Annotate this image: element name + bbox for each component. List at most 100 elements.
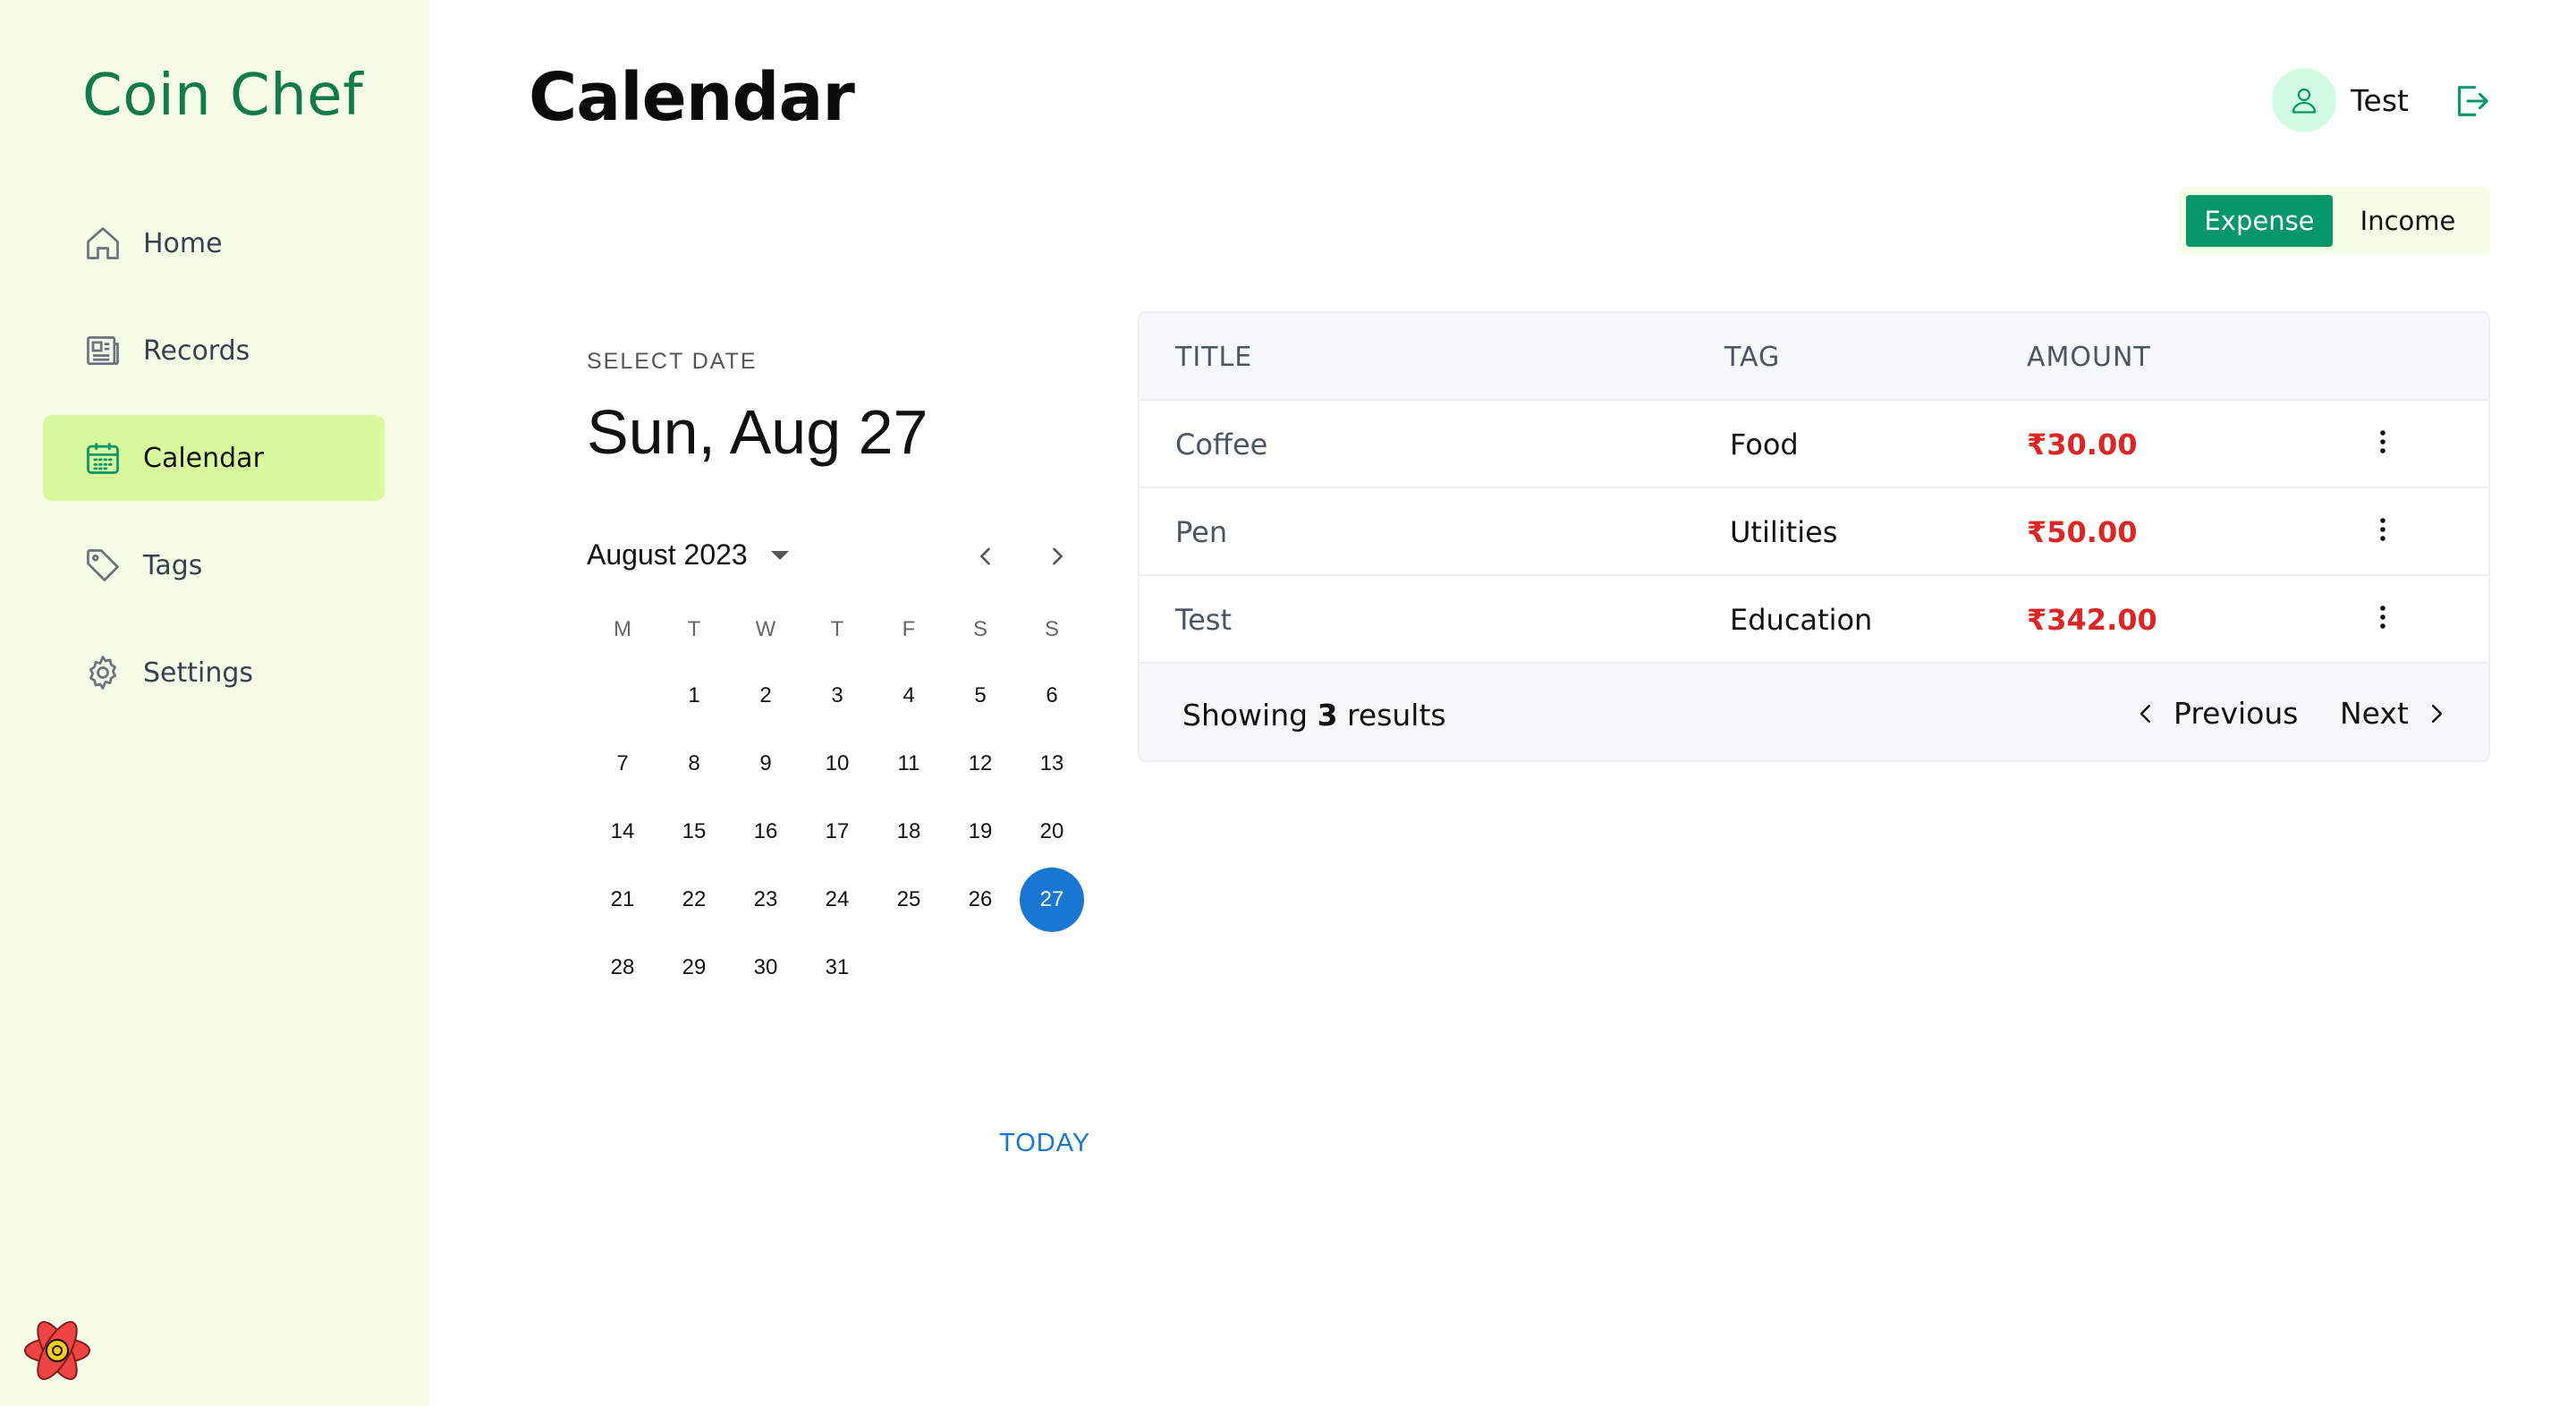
table-row[interactable]: Pen Utilities ₹50.00 <box>1140 488 2488 576</box>
next-month-button[interactable] <box>1039 538 1075 574</box>
expense-tab[interactable]: Expense <box>2186 195 2333 247</box>
day-number: 2 <box>759 683 772 707</box>
weekday-label: S <box>972 617 987 641</box>
next-page-button[interactable]: Next <box>2340 696 2450 731</box>
caret-down-icon <box>770 550 789 560</box>
calendar-day[interactable]: 7 <box>587 730 658 798</box>
more-options-icon[interactable] <box>2374 515 2392 547</box>
calendar-day[interactable]: 31 <box>801 934 873 1002</box>
results-number: 3 <box>1317 698 1338 733</box>
next-label: Next <box>2340 696 2409 731</box>
day-number: 23 <box>753 887 778 911</box>
row-amount: ₹30.00 <box>2027 428 2138 462</box>
calendar-day[interactable]: 28 <box>587 934 658 1002</box>
sidebar-item-label: Tags <box>143 549 203 581</box>
sidebar-item-records[interactable]: Records <box>43 308 385 394</box>
calendar-day[interactable]: 16 <box>730 798 801 866</box>
newspaper-icon <box>82 330 123 371</box>
calendar-day-selected[interactable]: 27 <box>1016 866 1088 934</box>
day-number: 1 <box>688 683 700 707</box>
calendar-day[interactable]: 19 <box>945 798 1016 866</box>
chevron-left-icon <box>980 547 990 565</box>
calendar-day[interactable]: 9 <box>730 730 801 798</box>
calendar-day[interactable]: 5 <box>945 662 1016 730</box>
day-number: 17 <box>825 819 850 843</box>
records-table: TITLE TAG AMOUNT Coffee Food ₹30.00 Pen … <box>1138 311 2490 762</box>
calendar-day[interactable]: 23 <box>730 866 801 934</box>
sidebar-item-label: Settings <box>143 656 254 689</box>
results-count: Showing 3 results <box>1182 698 1446 733</box>
weekday-label: F <box>902 617 916 641</box>
previous-month-button[interactable] <box>968 538 1004 574</box>
day-number: 8 <box>688 751 700 775</box>
previous-page-button[interactable]: Previous <box>2132 696 2298 731</box>
calendar-day[interactable]: 10 <box>801 730 873 798</box>
day-number: 7 <box>616 751 629 775</box>
calendar-day[interactable]: 29 <box>658 934 730 1002</box>
page-title: Calendar <box>529 59 855 136</box>
more-options-icon[interactable] <box>2374 603 2392 635</box>
income-tab[interactable]: Income <box>2333 195 2483 247</box>
calendar-day[interactable]: 14 <box>587 798 658 866</box>
calendar-day[interactable]: 6 <box>1016 662 1088 730</box>
sidebar-item-settings[interactable]: Settings <box>43 630 385 716</box>
calendar-day[interactable]: 30 <box>730 934 801 1002</box>
sidebar-item-tags[interactable]: Tags <box>43 522 385 608</box>
column-header-tag: TAG <box>1724 342 1781 373</box>
calendar-day[interactable]: 12 <box>945 730 1016 798</box>
month-select[interactable]: August 2023 <box>587 538 789 572</box>
weekday-label: M <box>614 617 631 641</box>
day-number: 30 <box>753 955 778 979</box>
table-row[interactable]: Coffee Food ₹30.00 <box>1140 401 2488 488</box>
react-devtools-icon[interactable] <box>20 1313 95 1388</box>
row-tag: Food <box>1730 428 1799 462</box>
date-picker: SELECT DATE Sun, Aug 27 August 2023 M T W T… <box>587 349 1088 979</box>
column-header-title: TITLE <box>1175 342 1253 373</box>
sidebar-item-label: Records <box>143 335 250 367</box>
user-profile[interactable]: Test <box>2272 68 2409 132</box>
calendar-day[interactable]: 15 <box>658 798 730 866</box>
calendar-grid: 1 2 3 4 5 6 7 8 9 10 11 12 13 14 15 16 17 18 19 20 21 22 23 24 2… <box>587 662 1088 1002</box>
calendar-day[interactable]: 20 <box>1016 798 1088 866</box>
more-options-icon[interactable] <box>2374 428 2392 460</box>
day-number: 15 <box>682 819 707 843</box>
chevron-right-icon <box>1053 547 1063 565</box>
day-number: 16 <box>753 819 778 843</box>
previous-label: Previous <box>2174 696 2299 731</box>
calendar-day[interactable]: 1 <box>658 662 730 730</box>
chevron-right-icon <box>2431 704 2443 723</box>
day-number: 10 <box>825 751 850 775</box>
calendar-day[interactable]: 11 <box>873 730 945 798</box>
calendar-day[interactable]: 2 <box>730 662 801 730</box>
row-tag: Utilities <box>1730 515 1838 549</box>
calendar-day[interactable]: 24 <box>801 866 873 934</box>
calendar-day[interactable]: 17 <box>801 798 873 866</box>
sidebar-item-calendar[interactable]: Calendar <box>43 415 385 501</box>
sidebar-item-home[interactable]: Home <box>43 200 385 286</box>
row-amount: ₹50.00 <box>2027 515 2138 549</box>
calendar-day[interactable]: 26 <box>945 866 1016 934</box>
table-row[interactable]: Test Education ₹342.00 <box>1140 576 2488 664</box>
calendar-day[interactable]: 25 <box>873 866 945 934</box>
row-title: Coffee <box>1175 428 1268 462</box>
calendar-day[interactable]: 4 <box>873 662 945 730</box>
calendar-day[interactable]: 8 <box>658 730 730 798</box>
day-number: 20 <box>1039 819 1064 843</box>
logout-icon[interactable] <box>2451 80 2492 122</box>
today-button[interactable]: TODAY <box>999 1129 1090 1158</box>
calendar-day[interactable]: 21 <box>587 866 658 934</box>
day-number: 29 <box>682 955 707 979</box>
sidebar-nav: Home Records Calendar Tags Settings <box>43 200 385 737</box>
month-label: August 2023 <box>587 538 748 571</box>
weekday-label: S <box>1044 617 1059 641</box>
day-number: 24 <box>825 887 850 911</box>
avatar[interactable] <box>2272 68 2336 132</box>
calendar-day[interactable]: 18 <box>873 798 945 866</box>
day-number: 26 <box>968 887 993 911</box>
weekday-header: MTWTFSS <box>587 617 1088 642</box>
day-number: 21 <box>610 887 635 911</box>
brand-logo[interactable]: Coin Chef <box>82 63 363 129</box>
calendar-day[interactable]: 3 <box>801 662 873 730</box>
calendar-day[interactable]: 13 <box>1016 730 1088 798</box>
calendar-day[interactable]: 22 <box>658 866 730 934</box>
